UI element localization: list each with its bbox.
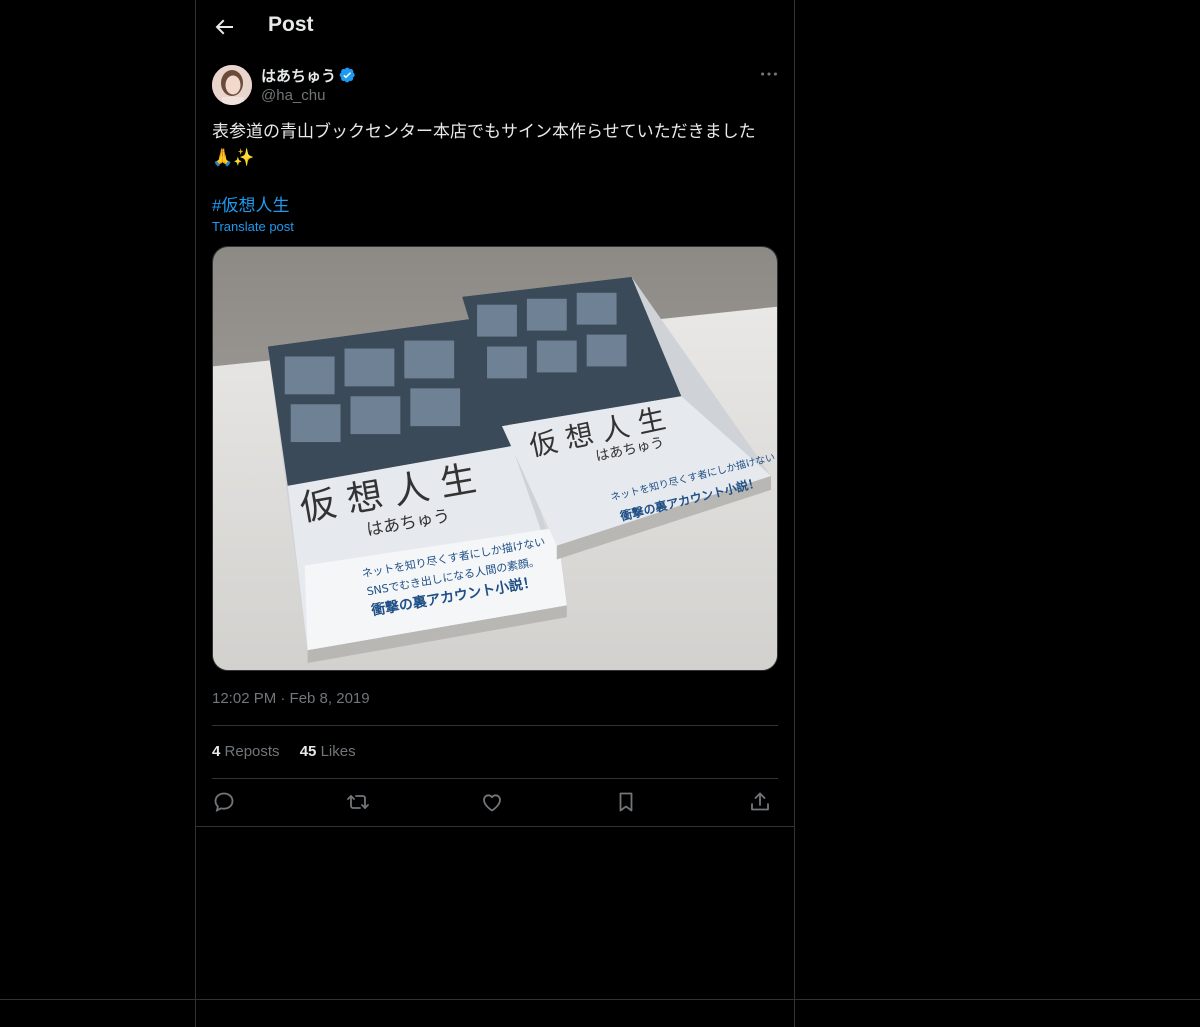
- avatar[interactable]: [212, 65, 252, 105]
- likes-stat[interactable]: 45 Likes: [300, 743, 356, 760]
- likes-label: Likes: [320, 743, 356, 760]
- reposts-stat[interactable]: 4 Reposts: [212, 743, 280, 760]
- reposts-label: Reposts: [224, 743, 280, 760]
- divider: [212, 725, 778, 726]
- post-text: 表参道の青山ブックセンター本店でもサイン本作らせていただきました🙏✨: [212, 122, 756, 167]
- more-icon[interactable]: [758, 63, 780, 85]
- verified-badge-icon: [338, 66, 356, 84]
- likes-count: 45: [299, 743, 317, 760]
- divider: [196, 826, 794, 827]
- page-title: Post: [268, 13, 314, 36]
- author-handle[interactable]: @ha_chu: [261, 87, 325, 104]
- reposts-count: 4: [212, 743, 221, 760]
- divider: [212, 778, 778, 779]
- back-arrow-icon[interactable]: [212, 15, 236, 39]
- action-bar: [212, 790, 778, 814]
- hashtag-link[interactable]: #仮想人生: [212, 191, 289, 216]
- post-header: Post: [196, 0, 794, 54]
- reply-icon[interactable]: [212, 790, 236, 814]
- share-icon[interactable]: [748, 790, 772, 814]
- post-column: Post はあちゅう @ha_chu 表参道の青山ブックセンター本店でもサイン本…: [195, 0, 795, 1027]
- translate-link[interactable]: Translate post: [212, 219, 294, 234]
- engagement-stats: 4 Reposts 45 Likes: [212, 743, 372, 760]
- bookmark-icon[interactable]: [614, 790, 638, 814]
- post-timestamp[interactable]: 12:02 PM · Feb 8, 2019: [212, 690, 370, 707]
- repost-icon[interactable]: [346, 790, 370, 814]
- like-icon[interactable]: [480, 790, 504, 814]
- post-image[interactable]: 仮 想 人 生 はあちゅう ネットを知り尽くす者にしか描けない SNSでむき出し…: [212, 246, 778, 671]
- author-name[interactable]: はあちゅう: [261, 65, 336, 86]
